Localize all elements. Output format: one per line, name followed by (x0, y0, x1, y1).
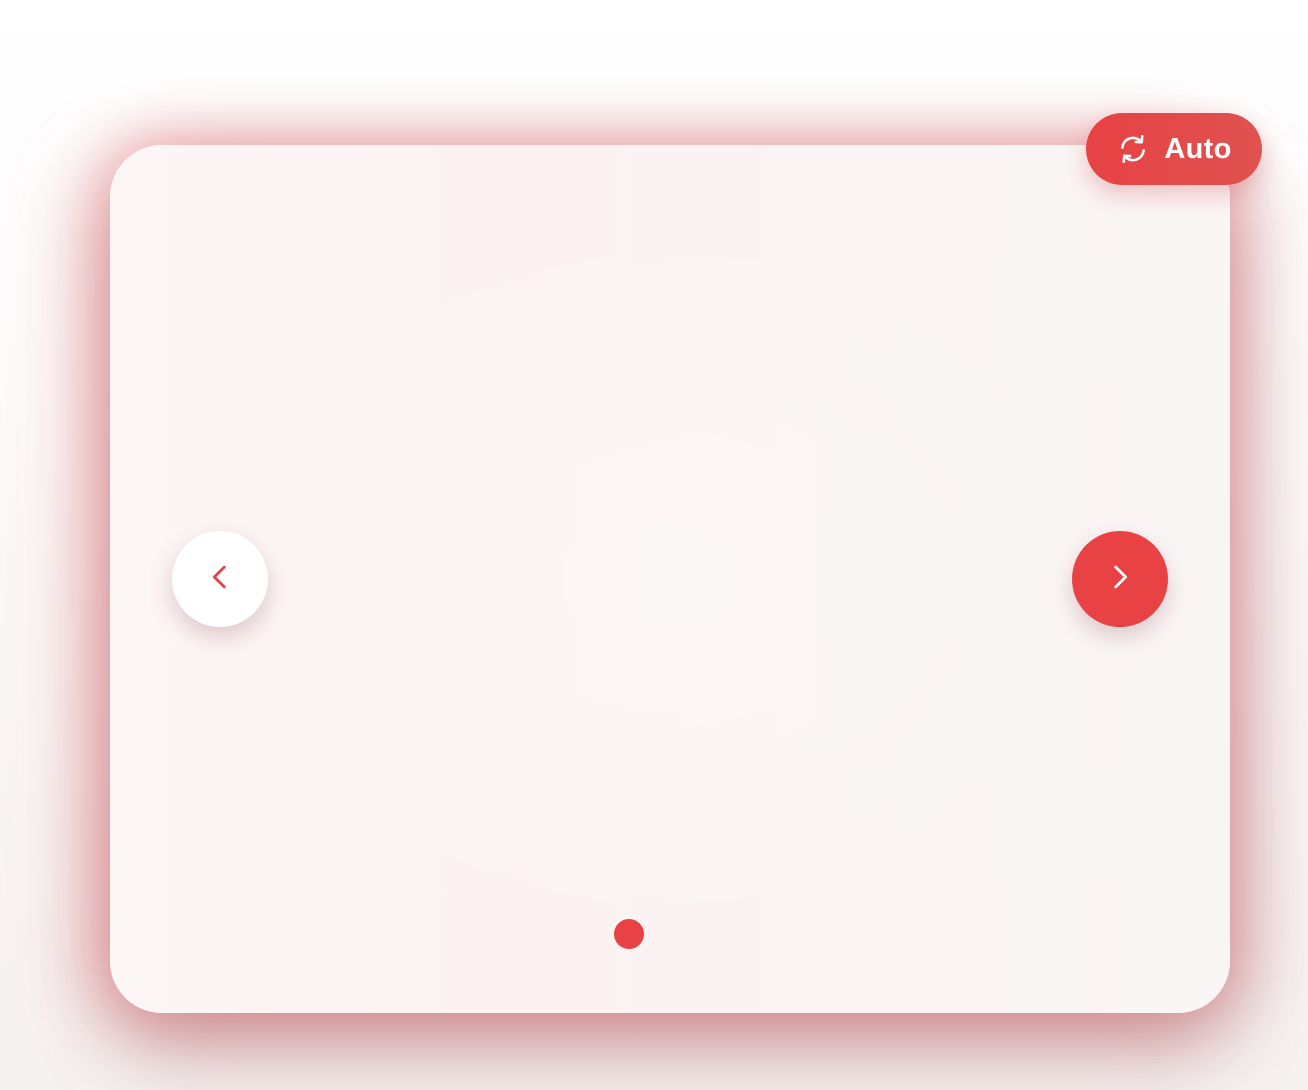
pagination-dot-3[interactable] (696, 922, 720, 946)
chevron-left-icon (203, 560, 237, 599)
next-slide-button[interactable] (1072, 531, 1168, 627)
slide-pagination (614, 919, 720, 949)
previous-slide-button[interactable] (172, 531, 268, 627)
pagination-dot-1[interactable] (614, 919, 644, 949)
autoplay-toggle-button[interactable]: Auto (1086, 113, 1262, 185)
pagination-dot-2[interactable] (658, 922, 682, 946)
chevron-right-icon (1103, 560, 1137, 599)
refresh-icon (1116, 132, 1150, 166)
page-stage: Auto (0, 0, 1308, 1090)
carousel-slide-area (110, 145, 1230, 1013)
autoplay-label: Auto (1164, 132, 1232, 165)
